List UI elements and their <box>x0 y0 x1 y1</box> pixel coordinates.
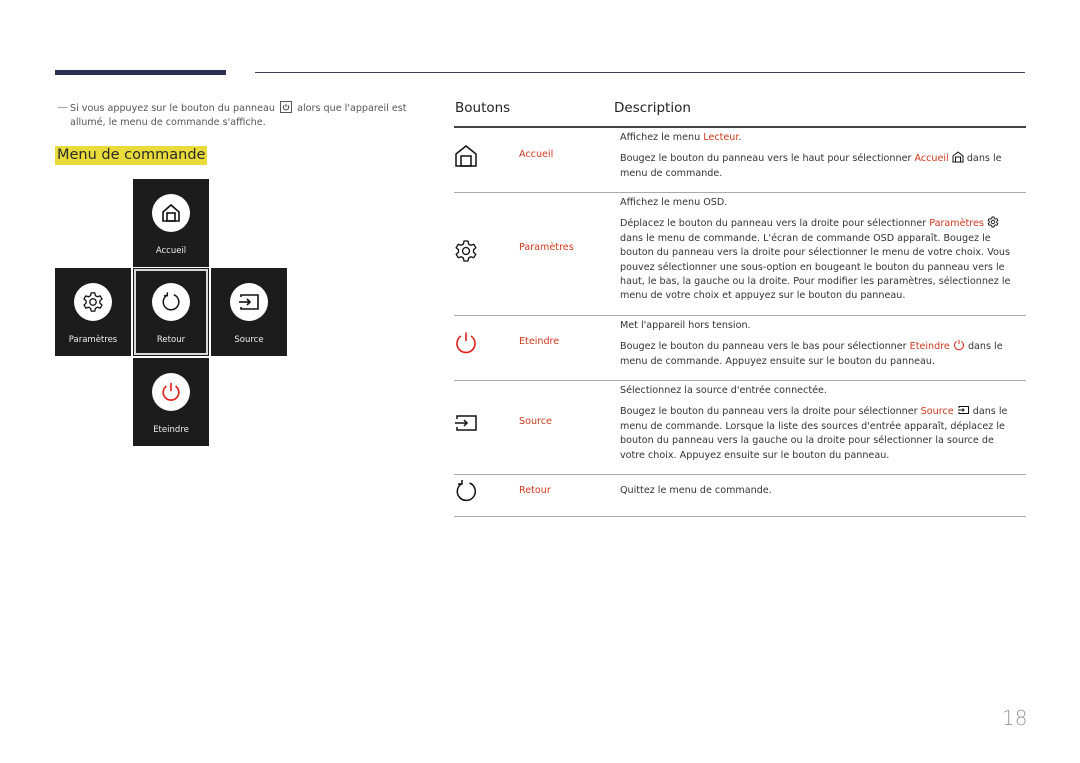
source-input-icon <box>239 294 259 310</box>
page-number: 18 <box>1002 706 1028 730</box>
home-icon <box>455 145 477 167</box>
button-name: Accueil <box>519 149 554 160</box>
menu-tile-label: Accueil <box>155 246 187 256</box>
note-dash: ― <box>58 102 68 113</box>
header-accent-bar <box>55 70 226 75</box>
gear-icon <box>987 216 999 228</box>
button-description: Affichez le menu OSD. Déplacez le bouton… <box>620 197 1011 302</box>
header-buttons: Boutons <box>455 100 511 116</box>
menu-tile-source[interactable]: Source <box>211 268 287 356</box>
menu-tile-label: Retour <box>156 335 186 345</box>
table-row-eteindre: Eteindre Met l'appareil hors tension. Bo… <box>454 316 1026 381</box>
menu-tile-eteindre[interactable]: Eteindre <box>133 358 209 446</box>
header-description: Description <box>614 100 691 116</box>
menu-tile-label: Source <box>234 335 264 345</box>
section-title: Menu de commande <box>55 146 208 165</box>
menu-tile-retour[interactable]: Retour <box>133 268 209 356</box>
table-row-retour: Retour Quittez le menu de commande. <box>454 475 1026 517</box>
menu-tile-parametres[interactable]: Paramètres <box>55 268 131 356</box>
button-name: Eteindre <box>519 336 560 347</box>
button-description: Met l'appareil hors tension. Bougez le b… <box>620 320 1003 367</box>
button-name: Paramètres <box>519 242 574 253</box>
button-description: Quittez le menu de commande. <box>620 485 772 496</box>
return-icon <box>162 292 180 311</box>
note-text: Si vous appuyez sur le bouton du panneau… <box>70 101 407 128</box>
button-description: Affichez le menu Lecteur. Bougez le bout… <box>620 132 1002 179</box>
return-icon <box>456 480 476 502</box>
home-icon <box>952 151 964 163</box>
table-row-accueil: Accueil Affichez le menu Lecteur. Bougez… <box>454 128 1026 193</box>
button-description: Sélectionnez la source d'entrée connecté… <box>620 385 1008 461</box>
button-name: Retour <box>519 485 551 496</box>
gear-icon <box>83 292 103 312</box>
power-icon <box>953 340 964 351</box>
power-icon <box>162 382 180 401</box>
gear-icon <box>455 240 477 262</box>
menu-tile-label: Paramètres <box>68 335 118 345</box>
table-row-parametres: Paramètres Affichez le menu OSD. Déplace… <box>454 193 1026 316</box>
menu-tile-accueil[interactable]: Accueil <box>133 179 209 267</box>
source-input-icon <box>455 415 477 431</box>
power-icon <box>456 332 476 354</box>
button-name: Source <box>519 416 552 427</box>
note: ― Si vous appuyez sur le bouton du panne… <box>56 101 416 130</box>
table-row-source: Source Sélectionnez la source d'entrée c… <box>454 381 1026 475</box>
power-button-icon <box>280 101 293 113</box>
source-input-icon <box>957 406 969 415</box>
header-rule <box>255 72 1025 73</box>
menu-tile-label: Eteindre <box>153 425 189 435</box>
home-icon <box>162 203 180 222</box>
